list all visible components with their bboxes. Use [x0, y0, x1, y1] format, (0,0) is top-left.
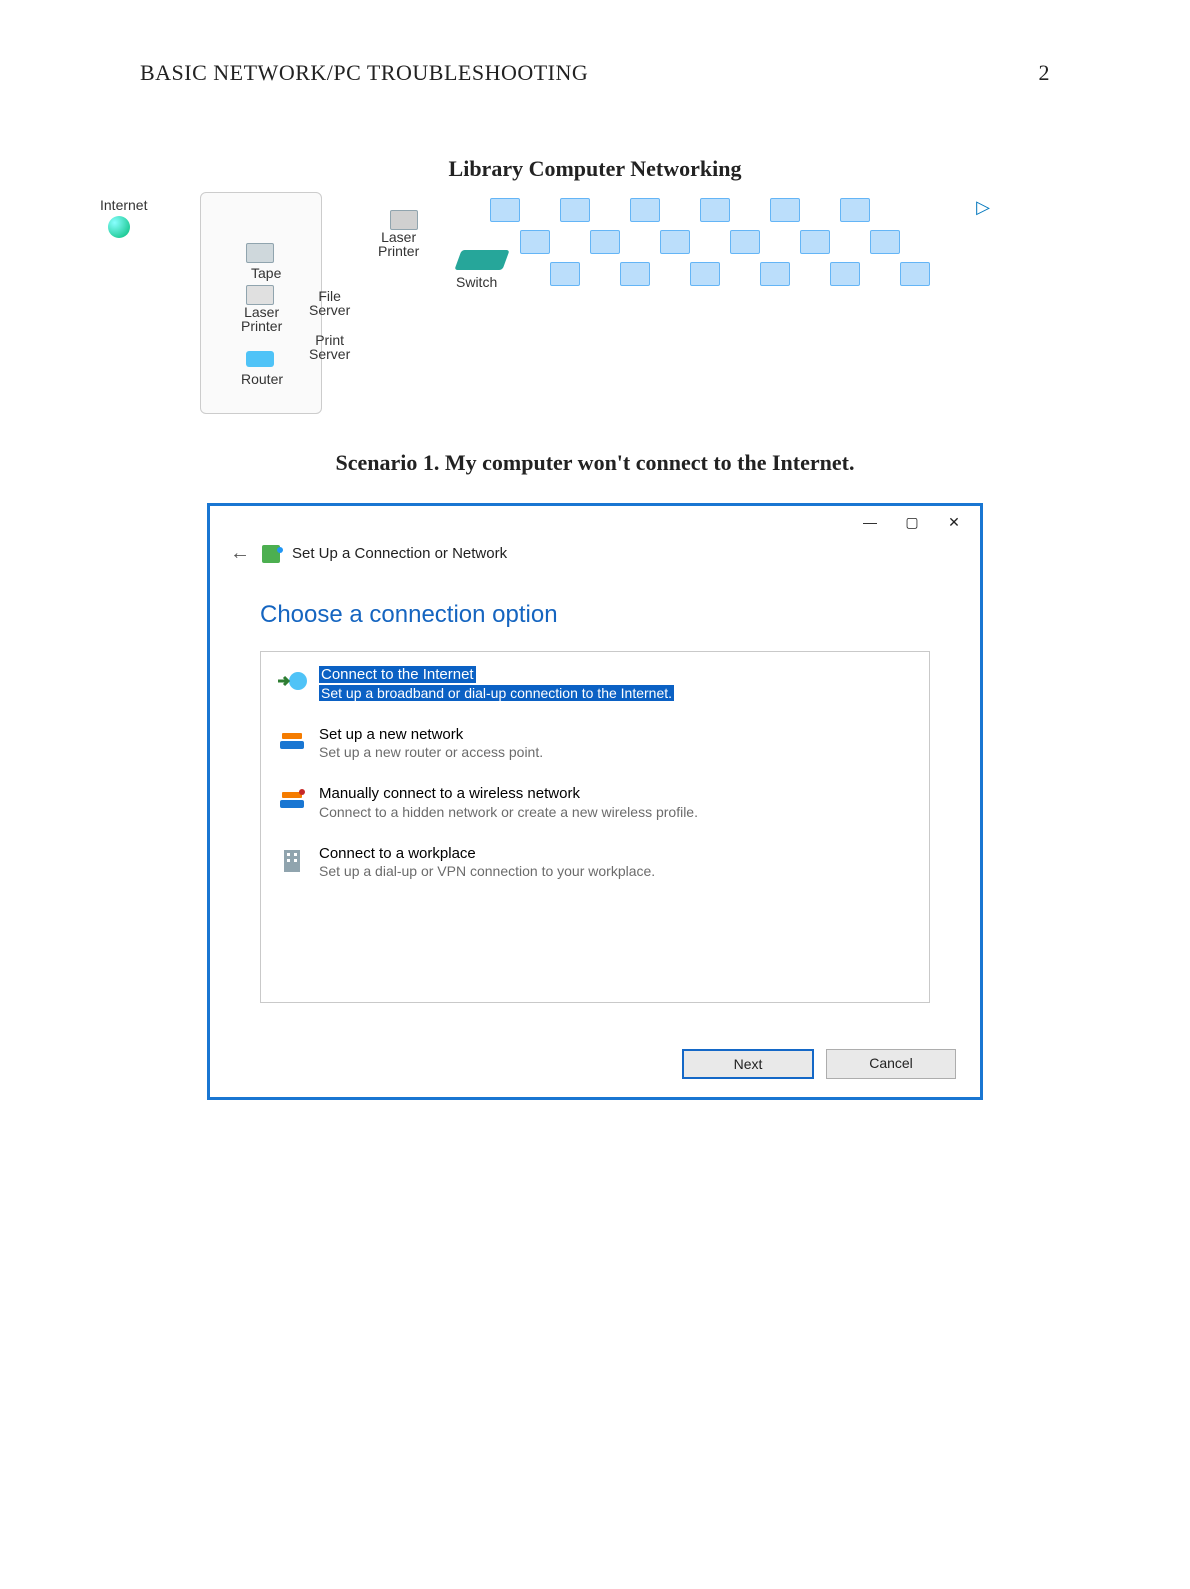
dialog-footer: Next Cancel: [210, 1031, 980, 1097]
network-setup-icon: [262, 545, 280, 563]
pc-icon: [770, 198, 800, 222]
network-diagram: Internet ▷ Tape Laser Printer File Serve…: [90, 192, 990, 432]
option-title: Set up a new network: [319, 726, 463, 743]
page-number: 2: [1039, 60, 1051, 86]
document-title: Library Computer Networking: [140, 156, 1050, 182]
connection-options-list: Connect to the Internet Set up a broadba…: [260, 651, 930, 1003]
diagram-label-laser-printer-left: Laser Printer: [241, 305, 282, 333]
option-connect-workplace[interactable]: Connect to a workplace Set up a dial-up …: [269, 841, 921, 887]
globe-icon: [108, 216, 130, 238]
option-desc: Set up a dial-up or VPN connection to yo…: [319, 863, 655, 879]
pc-icon: [800, 230, 830, 254]
building-icon: [275, 845, 309, 875]
maximize-button[interactable]: ▢: [892, 508, 932, 536]
option-desc: Connect to a hidden network or create a …: [319, 804, 698, 820]
pc-icon: [760, 262, 790, 286]
breadcrumb-title: Set Up a Connection or Network: [292, 545, 507, 562]
router-wireless-icon: [275, 785, 309, 815]
pc-icon: [560, 198, 590, 222]
router-icon: [275, 726, 309, 756]
connection-wizard-dialog: — ▢ ✕ ← Set Up a Connection or Network C…: [208, 504, 982, 1099]
pc-icon: [730, 230, 760, 254]
pc-icon: [520, 230, 550, 254]
option-connect-internet[interactable]: Connect to the Internet Set up a broadba…: [269, 662, 921, 708]
running-head: BASIC NETWORK/PC TROUBLESHOOTING 2: [140, 60, 1050, 86]
option-new-network[interactable]: Set up a new network Set up a new router…: [269, 722, 921, 768]
dialog-heading: Choose a connection option: [260, 601, 930, 629]
laser-printer-icon: [246, 285, 274, 305]
diagram-label-internet: Internet: [100, 197, 147, 213]
next-button[interactable]: Next: [682, 1049, 814, 1079]
diagram-label-router: Router: [241, 371, 283, 387]
pc-icon: [900, 262, 930, 286]
option-desc: Set up a broadband or dial-up connection…: [319, 685, 674, 701]
arrow-icon: ▷: [976, 197, 990, 218]
globe-arrow-icon: [275, 666, 309, 696]
option-manual-wireless[interactable]: Manually connect to a wireless network C…: [269, 781, 921, 827]
diagram-label-tape: Tape: [251, 265, 281, 281]
option-desc: Set up a new router or access point.: [319, 744, 543, 760]
pc-icon: [620, 262, 650, 286]
option-title: Manually connect to a wireless network: [319, 785, 580, 802]
pc-icon: [700, 198, 730, 222]
router-icon: [246, 351, 274, 367]
pc-icon: [660, 230, 690, 254]
diagram-label-file-server: File Server: [309, 289, 350, 317]
diagram-label-print-server: Print Server: [309, 333, 350, 361]
pc-icon: [590, 230, 620, 254]
pc-icon: [830, 262, 860, 286]
pc-icon: [490, 198, 520, 222]
scenario-heading: Scenario 1. My computer won't connect to…: [140, 450, 1050, 476]
server-rack-box: Tape Laser Printer File Server Print Ser…: [200, 192, 322, 414]
pc-icon: [870, 230, 900, 254]
switch-icon: [454, 250, 509, 270]
option-title: Connect to a workplace: [319, 845, 476, 862]
close-button[interactable]: ✕: [934, 508, 974, 536]
running-head-text: BASIC NETWORK/PC TROUBLESHOOTING: [140, 60, 588, 86]
window-titlebar: — ▢ ✕: [210, 506, 980, 538]
pc-icon: [550, 262, 580, 286]
option-title: Connect to the Internet: [319, 666, 476, 683]
pc-icon: [690, 262, 720, 286]
diagram-label-switch: Switch: [456, 274, 497, 290]
pc-icon: [840, 198, 870, 222]
pc-icon: [630, 198, 660, 222]
laser-printer-mid-icon: [390, 210, 418, 230]
minimize-button[interactable]: —: [850, 508, 890, 536]
back-arrow-icon[interactable]: ←: [230, 542, 250, 565]
breadcrumb: ← Set Up a Connection or Network: [210, 538, 980, 575]
diagram-label-laser-printer-mid: Laser Printer: [378, 230, 419, 258]
tape-icon: [246, 243, 274, 263]
cancel-button[interactable]: Cancel: [826, 1049, 956, 1079]
